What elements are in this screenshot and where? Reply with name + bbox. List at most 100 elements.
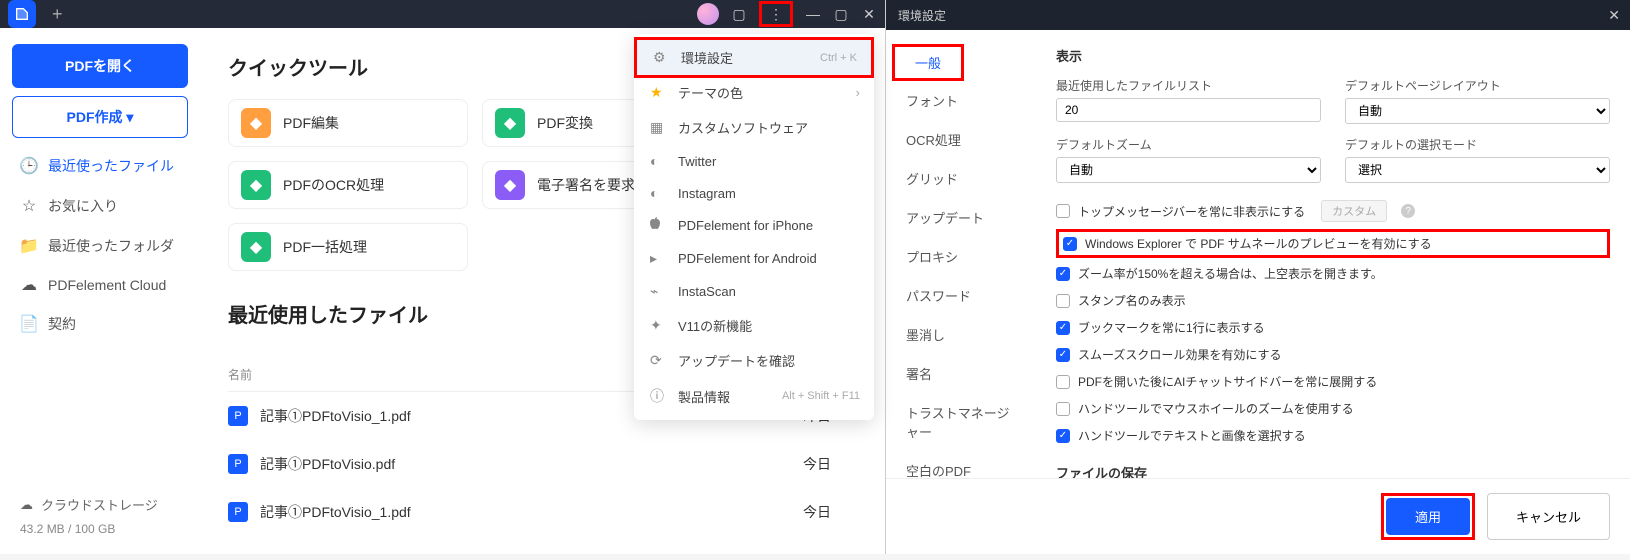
dropdown-item-1[interactable]: ★テーマの色› [634, 75, 874, 110]
dropdown-icon: ◐ [650, 185, 666, 201]
check-row-1[interactable]: Windows Explorer で PDF サムネールのプレビューを有効にする [1056, 229, 1610, 258]
prefs-nav-item-5[interactable]: プロキシ [886, 237, 1036, 276]
check-row-3[interactable]: スタンプ名のみ表示 [1056, 287, 1610, 314]
sidebar-icon: ☆ [20, 197, 38, 215]
dropdown-item-5[interactable]: PDFelement for iPhone [634, 209, 874, 242]
check-row-6[interactable]: PDFを開いた後にAIチャットサイドバーを常に展開する [1056, 368, 1610, 395]
check-row-0[interactable]: トップメッセージバーを常に非表示にするカスタム? [1056, 195, 1610, 227]
prefs-nav-item-7[interactable]: 墨消し [886, 315, 1036, 354]
file-row[interactable]: P記事①PDFtoVisio_1.pdf今日 [228, 488, 857, 536]
sidebar-item-2[interactable]: 📁最近使ったフォルダ [12, 226, 188, 266]
maximize-button[interactable]: ▢ [833, 6, 849, 22]
sidebar-icon: 📄 [20, 315, 38, 333]
dropdown-item-8[interactable]: ✦V11の新機能 [634, 308, 874, 343]
prefs-nav-item-6[interactable]: パスワード [886, 276, 1036, 315]
recent-list-input[interactable] [1056, 98, 1321, 122]
sidebar-item-0[interactable]: 🕒最近使ったファイル [12, 146, 188, 186]
custom-button: カスタム [1321, 200, 1387, 222]
checkbox-icon[interactable] [1056, 294, 1070, 308]
sidebar-item-3[interactable]: ☁PDFelement Cloud [12, 266, 188, 304]
tool-2[interactable]: ◆PDFのOCR処理 [228, 161, 468, 209]
select-mode-select[interactable]: 選択 [1345, 157, 1610, 183]
default-zoom-select[interactable]: 自動 [1056, 157, 1321, 183]
more-menu-highlight: ⋮ [759, 1, 793, 27]
recent-files-title: 最近使用したファイル [228, 299, 428, 328]
checkbox-icon[interactable] [1056, 321, 1070, 335]
open-pdf-button[interactable]: PDFを開く [12, 44, 188, 88]
prefs-nav-item-1[interactable]: フォント [886, 81, 1036, 120]
tool-0[interactable]: ◆PDF編集 [228, 99, 468, 147]
display-section-title: 表示 [1056, 46, 1610, 65]
dropdown-icon: ★ [650, 84, 666, 101]
cloud-icon: ☁ [20, 497, 33, 513]
prefs-nav-general[interactable]: 一般 [892, 44, 964, 81]
file-row[interactable]: P記事①PDFtoVisio.pdf今日 [228, 440, 857, 488]
dropdown-item-3[interactable]: ◐Twitter [634, 145, 874, 177]
dropdown-item-9[interactable]: ⟳アップデートを確認 [634, 343, 874, 378]
sidebar-item-1[interactable]: ☆お気に入り [12, 186, 188, 226]
preferences-close-button[interactable]: ✕ [1608, 7, 1620, 24]
check-row-4[interactable]: ブックマークを常に1行に表示する [1056, 314, 1610, 341]
sidebar: PDFを開く PDF作成 ▾ 🕒最近使ったファイル☆お気に入り📁最近使ったフォル… [0, 28, 200, 560]
prefs-nav-item-10[interactable]: 空白のPDF [886, 451, 1036, 478]
prefs-nav-item-2[interactable]: OCR処理 [886, 120, 1036, 159]
dropdown-icon: ▦ [650, 119, 666, 136]
titlebar: + ▢ ⋮ — ▢ ✕ [0, 0, 885, 28]
checkbox-icon[interactable] [1056, 375, 1070, 389]
prefs-nav-item-4[interactable]: アップデート [886, 198, 1036, 237]
dropdown-icon: ▸ [650, 250, 666, 267]
checkbox-icon[interactable] [1056, 348, 1070, 362]
check-row-8[interactable]: ハンドツールでテキストと画像を選択する [1056, 422, 1610, 449]
dropdown-item-10[interactable]: ⓘ製品情報Alt + Shift + F11 [634, 378, 874, 414]
new-tab-button[interactable]: + [44, 4, 71, 25]
help-icon[interactable]: ? [1401, 204, 1415, 218]
dropdown-icon: ⟳ [650, 352, 666, 369]
dropdown-item-6[interactable]: ▸PDFelement for Android [634, 242, 874, 275]
panel-icon[interactable]: ▢ [731, 6, 747, 22]
pdf-file-icon: P [228, 406, 248, 426]
app-logo-icon [8, 0, 36, 28]
tool-icon: ◆ [495, 170, 525, 200]
check-row-2[interactable]: ズーム率が150%を超える場合は、上空表示を開きます。 [1056, 260, 1610, 287]
dropdown-item-2[interactable]: ▦カスタムソフトウェア [634, 110, 874, 145]
chevron-right-icon: › [856, 85, 860, 100]
checkbox-icon[interactable] [1056, 429, 1070, 443]
pdf-file-icon: P [228, 454, 248, 474]
shortcut-label: Alt + Shift + F11 [782, 390, 860, 402]
checkbox-icon[interactable] [1056, 267, 1070, 281]
apply-button[interactable]: 適用 [1386, 498, 1470, 535]
close-button[interactable]: ✕ [861, 6, 877, 22]
checkbox-icon[interactable] [1056, 204, 1070, 218]
prefs-nav-item-3[interactable]: グリッド [886, 159, 1036, 198]
checkbox-icon[interactable] [1056, 402, 1070, 416]
dropdown-item-7[interactable]: ⌁InstaScan [634, 275, 874, 308]
sidebar-item-4[interactable]: 📄契約 [12, 304, 188, 344]
minimize-button[interactable]: — [805, 6, 821, 22]
chevron-down-icon: ▾ [126, 109, 133, 125]
tool-icon: ◆ [495, 108, 525, 138]
check-row-7[interactable]: ハンドツールでマウスホイールのズームを使用する [1056, 395, 1610, 422]
check-row-5[interactable]: スムーズスクロール効果を有効にする [1056, 341, 1610, 368]
dropdown-icon: ◐ [650, 153, 666, 169]
sidebar-icon: 📁 [20, 237, 38, 255]
cancel-button[interactable]: キャンセル [1487, 493, 1610, 540]
create-pdf-button[interactable]: PDF作成 ▾ [12, 96, 188, 138]
more-dropdown-menu: ⚙環境設定Ctrl + K★テーマの色›▦カスタムソフトウェア◐Twitter◐… [634, 34, 874, 420]
dropdown-item-0[interactable]: ⚙環境設定Ctrl + K [637, 40, 871, 75]
select-mode-label: デフォルトの選択モード [1345, 136, 1610, 153]
dropdown-item-4[interactable]: ◐Instagram [634, 177, 874, 209]
shortcut-label: Ctrl + K [820, 52, 857, 64]
sidebar-icon: ☁ [20, 276, 38, 294]
prefs-nav-item-8[interactable]: 署名 [886, 354, 1036, 393]
dropdown-icon: ⌁ [650, 283, 666, 300]
default-layout-select[interactable]: 自動 [1345, 98, 1610, 124]
more-menu-button[interactable]: ⋮ [768, 6, 784, 22]
user-avatar[interactable] [697, 3, 719, 25]
tool-4[interactable]: ◆PDF一括処理 [228, 223, 468, 271]
preferences-nav: 一般フォントOCR処理グリッドアップデートプロキシパスワード墨消し署名トラストマ… [886, 30, 1036, 478]
prefs-nav-item-9[interactable]: トラストマネージャー [886, 393, 1036, 451]
preferences-footer: 適用 キャンセル [886, 478, 1630, 554]
checkbox-icon[interactable] [1063, 237, 1077, 251]
dropdown-icon: ⚙ [653, 49, 669, 66]
dropdown-icon: ⓘ [650, 386, 666, 406]
